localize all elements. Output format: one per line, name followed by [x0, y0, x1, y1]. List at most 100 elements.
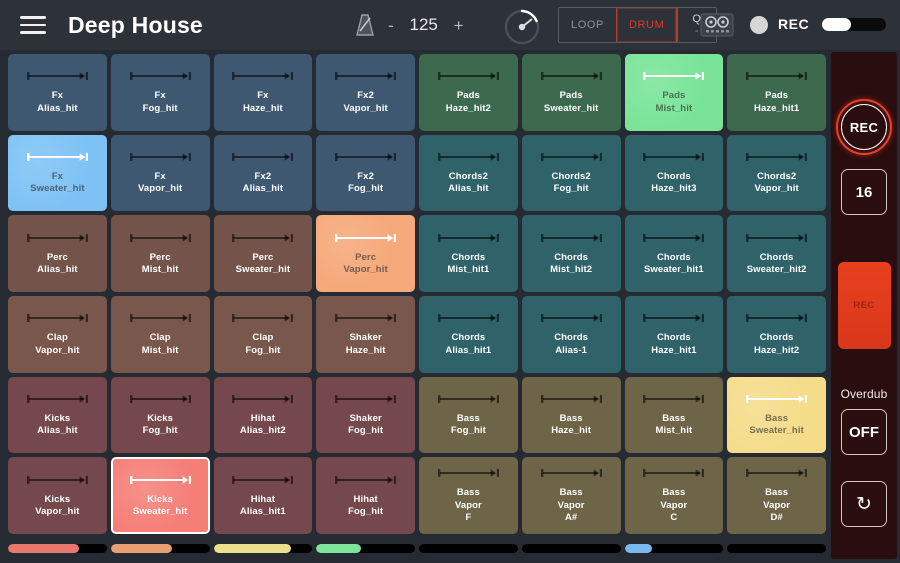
pad-chords-sweater-hit2[interactable]: Chords Sweater_hit2 [727, 215, 826, 292]
pad-clap-fog-hit[interactable]: Clap Fog_hit [213, 295, 313, 373]
pad-label: Chords2 Fog_hit [551, 170, 591, 195]
pad-label: Clap Fog_hit [245, 332, 281, 356]
pad-pads-mist-hit[interactable]: Pads Mist_hit [624, 54, 724, 131]
pad-perc-mist-hit[interactable]: Perc Mist_hit [110, 215, 210, 292]
track-meter[interactable] [213, 543, 313, 553]
record-status-dot-icon[interactable] [750, 16, 768, 34]
pad-pads-haze-hit1[interactable]: Pads Haze_hit1 [727, 54, 826, 131]
pad-label: Perc Mist_hit [141, 251, 179, 276]
pad-chords-sweater-hit1[interactable]: Chords Sweater_hit1 [624, 215, 724, 292]
pad-fx-fog-hit[interactable]: Fx Fog_hit [110, 54, 210, 131]
pad-kicks-vapor-hit[interactable]: Kicks Vapor_hit [8, 457, 107, 534]
pad-shaker-haze-hit[interactable]: Shaker Haze_hit [316, 295, 415, 373]
clip-length-arrow-icon [746, 468, 807, 478]
rotary-knob-icon[interactable] [503, 8, 541, 46]
pad-chords-mist-hit2[interactable]: Chords Mist_hit2 [521, 215, 621, 292]
clip-length-arrow-icon [643, 233, 704, 243]
pad-chords-haze-hit2[interactable]: Chords Haze_hit2 [727, 295, 826, 373]
pad-fx-sweater-hit[interactable]: Fx Sweater_hit [8, 135, 107, 212]
pad-fx-alias-hit[interactable]: Fx Alias_hit [8, 54, 107, 131]
bpm-value[interactable]: 125 [407, 15, 441, 35]
clip-length-arrow-icon [541, 468, 602, 478]
pad-chords-haze-hit3[interactable]: Chords Haze_hit3 [624, 134, 724, 212]
pad-kicks-fog-hit[interactable]: Kicks Fog_hit [110, 376, 210, 454]
pad-bass-sweater-hit[interactable]: Bass Sweater_hit [727, 377, 826, 454]
track-meter[interactable] [624, 543, 724, 553]
track-meter[interactable] [727, 543, 826, 553]
rec-level-slider[interactable] [822, 18, 886, 31]
pad-chords2-vapor-hit[interactable]: Chords2 Vapor_hit [727, 134, 826, 212]
pad-bass-fog-hit[interactable]: Bass Fog_hit [419, 376, 518, 454]
clip-length-arrow-icon [643, 313, 704, 323]
pad-chords-alias-1[interactable]: Chords Alias-1 [521, 295, 621, 373]
loop-length-button[interactable]: 16 [841, 169, 887, 215]
pad-chords-haze-hit1[interactable]: Chords Haze_hit1 [624, 295, 724, 373]
pad-chords-alias-hit1[interactable]: Chords Alias_hit1 [419, 295, 518, 373]
pad-clap-mist-hit[interactable]: Clap Mist_hit [110, 295, 210, 373]
track-meter[interactable] [8, 543, 107, 553]
clip-length-arrow-icon [232, 313, 293, 323]
quantize-value: - [694, 26, 699, 37]
track-meter-row [8, 540, 826, 556]
pad-fx2-vapor-hit[interactable]: Fx2 Vapor_hit [316, 54, 415, 131]
metronome-icon[interactable] [355, 13, 375, 37]
pad-chords2-fog-hit[interactable]: Chords2 Fog_hit [521, 134, 621, 212]
overdub-toggle-button[interactable]: OFF [841, 409, 887, 455]
pad-hihat-alias-hit1[interactable]: Hihat Alias_hit1 [213, 457, 313, 534]
drum-machine-icon[interactable] [700, 13, 734, 37]
pad-chords-mist-hit1[interactable]: Chords Mist_hit1 [419, 215, 518, 292]
bpm-decrease-button[interactable]: - [385, 17, 397, 34]
pad-perc-vapor-hit[interactable]: Perc Vapor_hit [316, 215, 415, 292]
clip-length-arrow-icon [130, 71, 191, 81]
pad-label: Chords Mist_hit1 [447, 251, 490, 276]
clip-length-arrow-icon [746, 313, 807, 323]
overdub-label: Overdub [840, 387, 888, 401]
pad-bass-mist-hit[interactable]: Bass Mist_hit [624, 376, 724, 454]
bpm-increase-button[interactable]: + [451, 17, 467, 34]
pad-clap-vapor-hit[interactable]: Clap Vapor_hit [8, 295, 107, 373]
pad-shaker-fog-hit[interactable]: Shaker Fog_hit [316, 376, 415, 454]
pad-label: Bass Sweater_hit [749, 412, 804, 437]
pad-bass-haze-hit[interactable]: Bass Haze_hit [521, 376, 621, 454]
clip-length-arrow-icon [335, 71, 396, 81]
pad-pads-sweater-hit[interactable]: Pads Sweater_hit [521, 54, 621, 131]
clip-length-arrow-icon [232, 394, 293, 404]
pad-kicks-alias-hit[interactable]: Kicks Alias_hit [8, 376, 107, 454]
clip-length-arrow-icon [232, 475, 293, 485]
pad-bass-vapor[interactable]: Bass Vapor C [624, 457, 724, 534]
hamburger-menu-icon[interactable] [20, 16, 46, 34]
pad-chords2-alias-hit[interactable]: Chords2 Alias_hit [419, 134, 518, 212]
pad-fx2-alias-hit[interactable]: Fx2 Alias_hit [213, 134, 313, 212]
pad-pads-haze-hit2[interactable]: Pads Haze_hit2 [419, 54, 518, 131]
pad-fx-vapor-hit[interactable]: Fx Vapor_hit [110, 134, 210, 212]
clip-length-arrow-icon [541, 71, 602, 81]
pad-fx2-fog-hit[interactable]: Fx2 Fog_hit [316, 134, 415, 212]
music-sequencer-app: Deep House - 125 + LOOP DRUM Q - REC Fx … [0, 0, 900, 563]
track-meter[interactable] [110, 543, 210, 553]
mode-loop-button[interactable]: LOOP [559, 8, 616, 42]
pad-label: Bass Vapor C [660, 487, 688, 524]
track-meter[interactable] [521, 543, 621, 553]
track-meter[interactable] [316, 543, 415, 553]
pad-perc-alias-hit[interactable]: Perc Alias_hit [8, 215, 107, 292]
clip-length-arrow-icon [746, 71, 807, 81]
pad-perc-sweater-hit[interactable]: Perc Sweater_hit [213, 215, 313, 292]
pad-hihat-fog-hit[interactable]: Hihat Fog_hit [316, 457, 415, 534]
clip-length-arrow-icon [541, 394, 602, 404]
pad-fx-haze-hit[interactable]: Fx Haze_hit [213, 54, 313, 131]
pad-label: Shaker Fog_hit [348, 412, 384, 437]
pad-bass-vapor[interactable]: Bass Vapor F [419, 457, 518, 534]
record-knob[interactable]: REC [836, 99, 892, 155]
pad-kicks-sweater-hit[interactable]: Kicks Sweater_hit [110, 457, 210, 534]
record-knob-label: REC [849, 119, 879, 135]
pad-bass-vapor[interactable]: Bass Vapor D# [727, 457, 826, 534]
track-meter[interactable] [419, 543, 518, 553]
pad-label: Chords Sweater_hit2 [746, 251, 807, 276]
mode-drum-button[interactable]: DRUM [615, 8, 678, 42]
pad-bass-vapor[interactable]: Bass Vapor A# [521, 457, 621, 534]
pad-label: Perc Vapor_hit [343, 251, 388, 276]
pad-hihat-alias-hit2[interactable]: Hihat Alias_hit2 [213, 376, 313, 454]
record-arm-pad[interactable]: REC [837, 262, 891, 349]
pad-label: Fx Haze_hit [242, 90, 283, 114]
refresh-loop-icon[interactable]: ↻ [841, 481, 887, 527]
